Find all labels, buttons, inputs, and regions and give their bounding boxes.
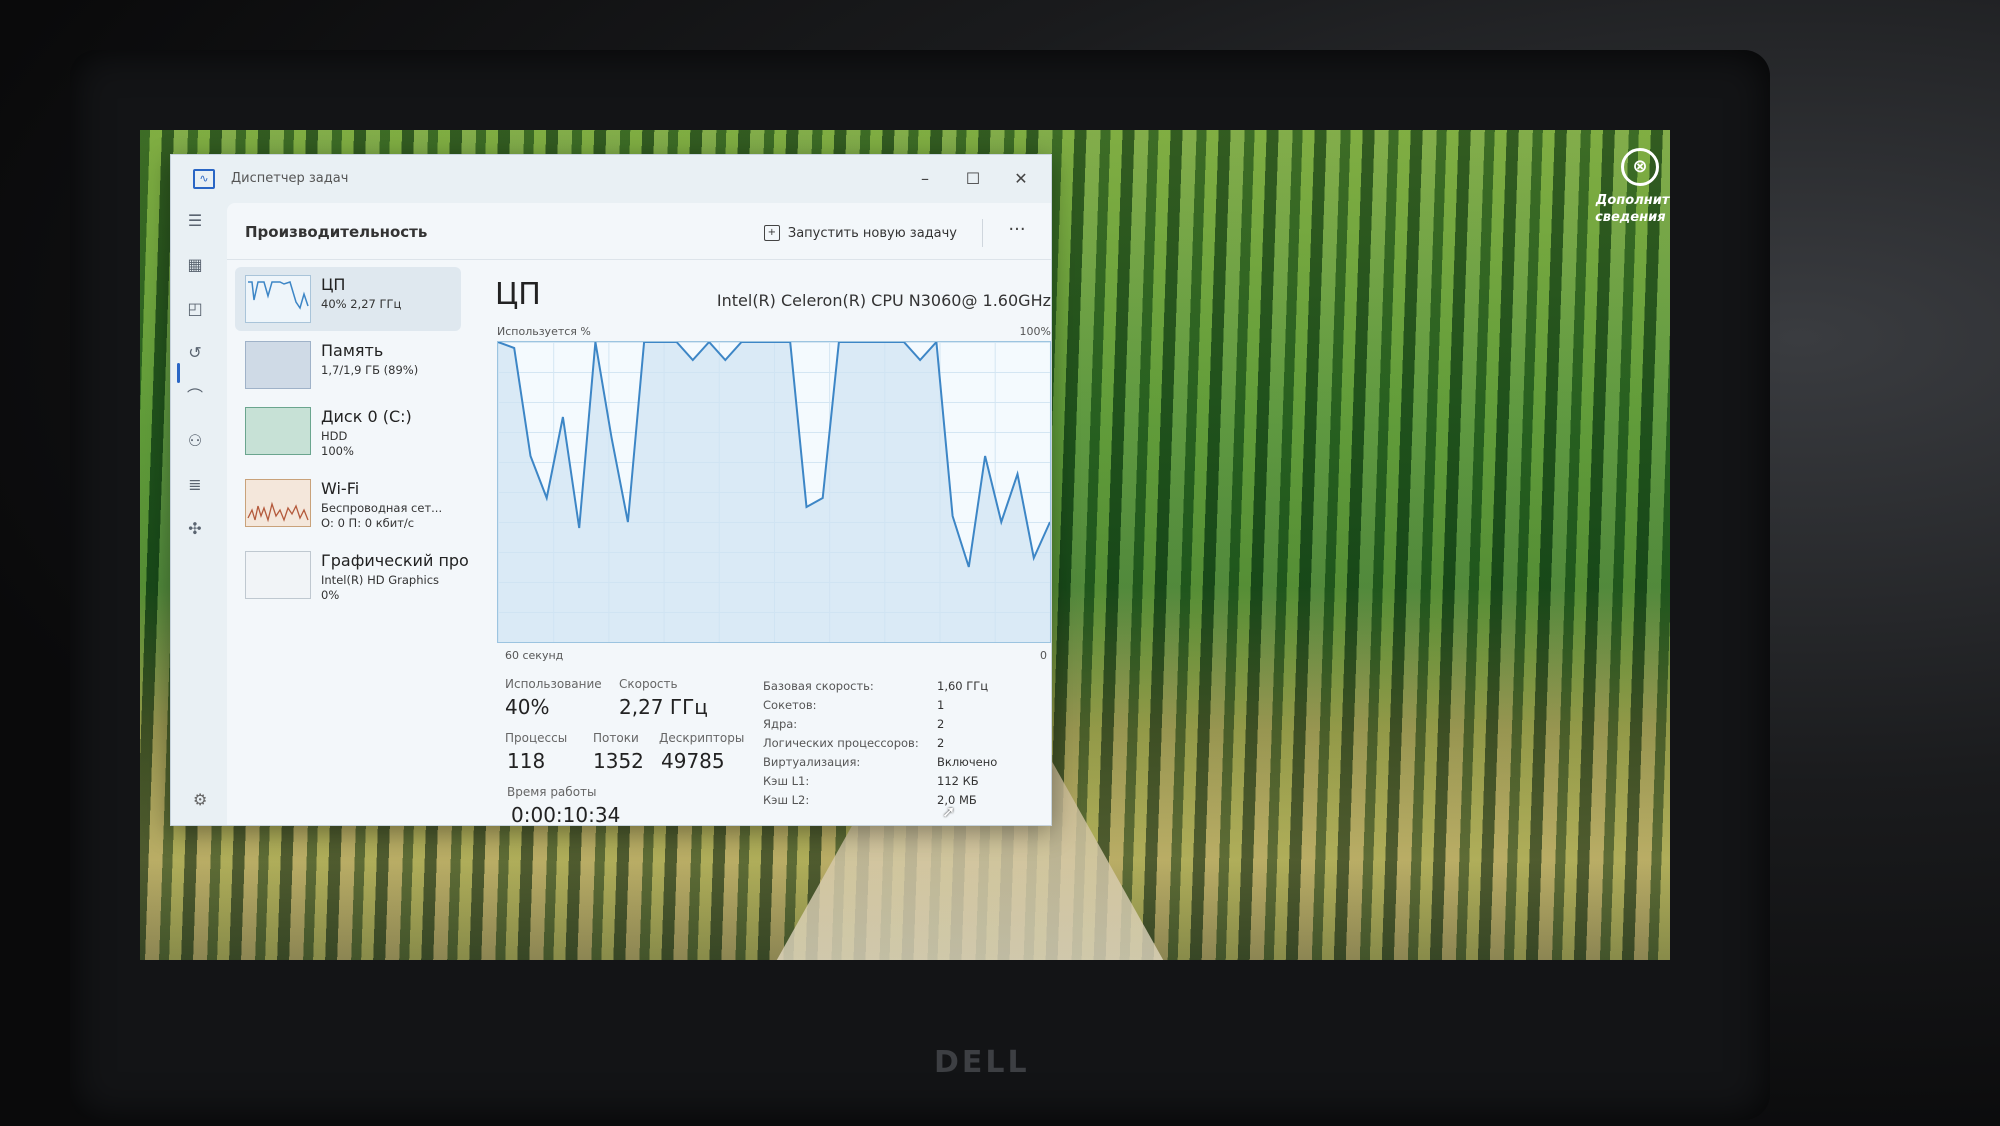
sockets-value: 1	[937, 698, 945, 712]
processes-value: 118	[507, 749, 546, 773]
resource-name: Диск 0 (C:)	[321, 407, 412, 426]
utilization-label: Используется %	[497, 325, 591, 338]
threads-label: Потоки	[593, 731, 639, 745]
cpu-model: Intel(R) Celeron(R) CPU N3060@ 1.60GHz	[716, 291, 1051, 310]
cores-label: Ядра:	[763, 717, 798, 731]
minimize-button[interactable]: –	[903, 165, 947, 193]
resource-item-memory[interactable]: Память 1,7/1,9 ГБ (89%)	[235, 333, 461, 397]
resource-name: Wi-Fi	[321, 479, 360, 498]
disk-type: HDD	[321, 429, 348, 443]
new-task-icon: +	[763, 225, 780, 241]
resource-name: Графический про	[321, 551, 469, 570]
mouse-cursor-icon: ➚	[942, 802, 956, 821]
l1-cache-value: 112 КБ	[937, 774, 979, 788]
resource-detail: HDD 100%	[321, 429, 354, 459]
title-bar[interactable]: ∿ Диспетчер задач – ☐ ✕	[171, 155, 1051, 203]
close-button[interactable]: ✕	[999, 165, 1043, 193]
wifi-throughput: О: 0 П: 0 кбит/с	[321, 516, 415, 530]
nav-rail: ☰ ▦ ◰ ↺ ⌒ ⚇ ≣ ✣ ⚙	[171, 203, 219, 825]
desktop-shortcut-label-2: сведения ...	[1595, 210, 1670, 225]
logical-processors-value: 2	[937, 736, 945, 750]
hamburger-menu-icon[interactable]: ☰	[183, 209, 207, 233]
details-icon[interactable]: ≣	[183, 473, 207, 497]
task-manager-icon: ∿	[193, 169, 215, 189]
task-manager-window: ∿ Диспетчер задач – ☐ ✕ ☰ ▦ ◰ ↺ ⌒ ⚇ ≣ ✣ …	[170, 154, 1052, 827]
wifi-adapter: Беспроводная сет...	[321, 501, 443, 515]
base-speed-label: Базовая скорость:	[763, 679, 874, 693]
desktop: ⊗ Дополнит... сведения ... ∿ Диспетчер з…	[140, 130, 1670, 960]
l1-cache-label: Кэш L1:	[763, 774, 810, 788]
resource-item-wifi[interactable]: Wi-Fi Беспроводная сет... О: 0 П: 0 кбит…	[235, 471, 461, 535]
sockets-label: Сокетов:	[763, 698, 817, 712]
cpu-heading: ЦП	[495, 277, 541, 312]
gpu-usage: 0%	[321, 588, 340, 602]
cores-value: 2	[937, 717, 945, 731]
page-header: Производительность + Запустить новую зад…	[227, 203, 1051, 260]
users-icon[interactable]: ⚇	[183, 429, 207, 453]
help-icon: ⊗	[1621, 148, 1659, 186]
uptime-value: 0:00:10:34	[511, 803, 621, 827]
maximize-button[interactable]: ☐	[951, 165, 995, 193]
processes-icon[interactable]: ▦	[183, 253, 207, 277]
usage-value: 40%	[505, 695, 550, 719]
graph-max-label: 100%	[1019, 325, 1051, 338]
virtualization-label: Виртуализация:	[763, 755, 861, 769]
base-speed-value: 1,60 ГГц	[937, 679, 989, 693]
resource-detail: 1,7/1,9 ГБ (89%)	[321, 363, 419, 377]
graph-time-span-label: 60 секунд	[505, 649, 564, 662]
disk-thumbnail	[245, 407, 311, 455]
graph-zero-label: 0	[1040, 649, 1047, 662]
resource-item-gpu[interactable]: Графический про Intel(R) HD Graphics 0%	[235, 543, 469, 607]
resource-detail: Intel(R) HD Graphics 0%	[321, 573, 439, 603]
resource-detail: 40% 2,27 ГГц	[321, 297, 402, 311]
handles-value: 49785	[661, 749, 725, 773]
run-new-task-button[interactable]: + Запустить новую задачу	[754, 219, 967, 247]
window-title: Диспетчер задач	[231, 171, 349, 186]
desktop-shortcut-label-1: Дополнит...	[1595, 193, 1670, 208]
app-history-icon[interactable]: ↺	[183, 341, 207, 365]
cpu-utilization-graph	[497, 341, 1051, 643]
cpu-graph-svg	[498, 342, 1050, 642]
disk-usage: 100%	[321, 444, 354, 458]
more-options-button[interactable]: ···	[1003, 219, 1031, 247]
logical-processors-label: Логических процессоров:	[763, 736, 919, 750]
virtualization-value: Включено	[937, 755, 998, 769]
cpu-detail-panel: ЦП Intel(R) Celeron(R) CPU N3060@ 1.60GH…	[495, 267, 1051, 827]
uptime-label: Время работы	[507, 785, 597, 799]
settings-gear-icon[interactable]: ⚙	[193, 790, 207, 809]
usage-label: Использование	[505, 677, 602, 691]
resource-name: ЦП	[321, 275, 346, 294]
resource-list: ЦП 40% 2,27 ГГц Память 1,7/1,9 ГБ (89%) …	[235, 267, 469, 825]
processes-label: Процессы	[505, 731, 568, 745]
nav-selection-indicator	[177, 363, 180, 383]
run-new-task-label: Запустить новую задачу	[787, 225, 957, 241]
services-icon[interactable]: ✣	[183, 517, 207, 541]
cpu-thumbnail	[245, 275, 311, 323]
handles-label: Дескрипторы	[659, 731, 745, 745]
resource-detail: Беспроводная сет... О: 0 П: 0 кбит/с	[321, 501, 442, 531]
resource-item-cpu[interactable]: ЦП 40% 2,27 ГГц	[235, 267, 461, 331]
resource-name: Память	[321, 341, 384, 360]
page-title: Производительность	[245, 223, 428, 241]
content-pane: Производительность + Запустить новую зад…	[227, 203, 1051, 827]
wifi-thumbnail	[245, 479, 311, 527]
gpu-model: Intel(R) HD Graphics	[321, 573, 440, 587]
laptop-brand-logo: DELL	[934, 1045, 1030, 1080]
resource-item-disk[interactable]: Диск 0 (C:) HDD 100%	[235, 399, 461, 463]
cpu-usage-area	[498, 342, 1050, 642]
speed-value: 2,27 ГГц	[619, 695, 708, 719]
l2-cache-label: Кэш L2:	[763, 793, 810, 807]
speed-label: Скорость	[619, 677, 678, 691]
memory-thumbnail	[245, 341, 311, 389]
threads-value: 1352	[593, 749, 644, 773]
desktop-shortcut[interactable]: ⊗ Дополнит... сведения ...	[1580, 148, 1670, 226]
gpu-thumbnail	[245, 551, 311, 599]
header-divider	[982, 219, 983, 247]
performance-icon[interactable]: ◰	[183, 297, 207, 321]
startup-apps-icon[interactable]: ⌒	[183, 385, 207, 409]
